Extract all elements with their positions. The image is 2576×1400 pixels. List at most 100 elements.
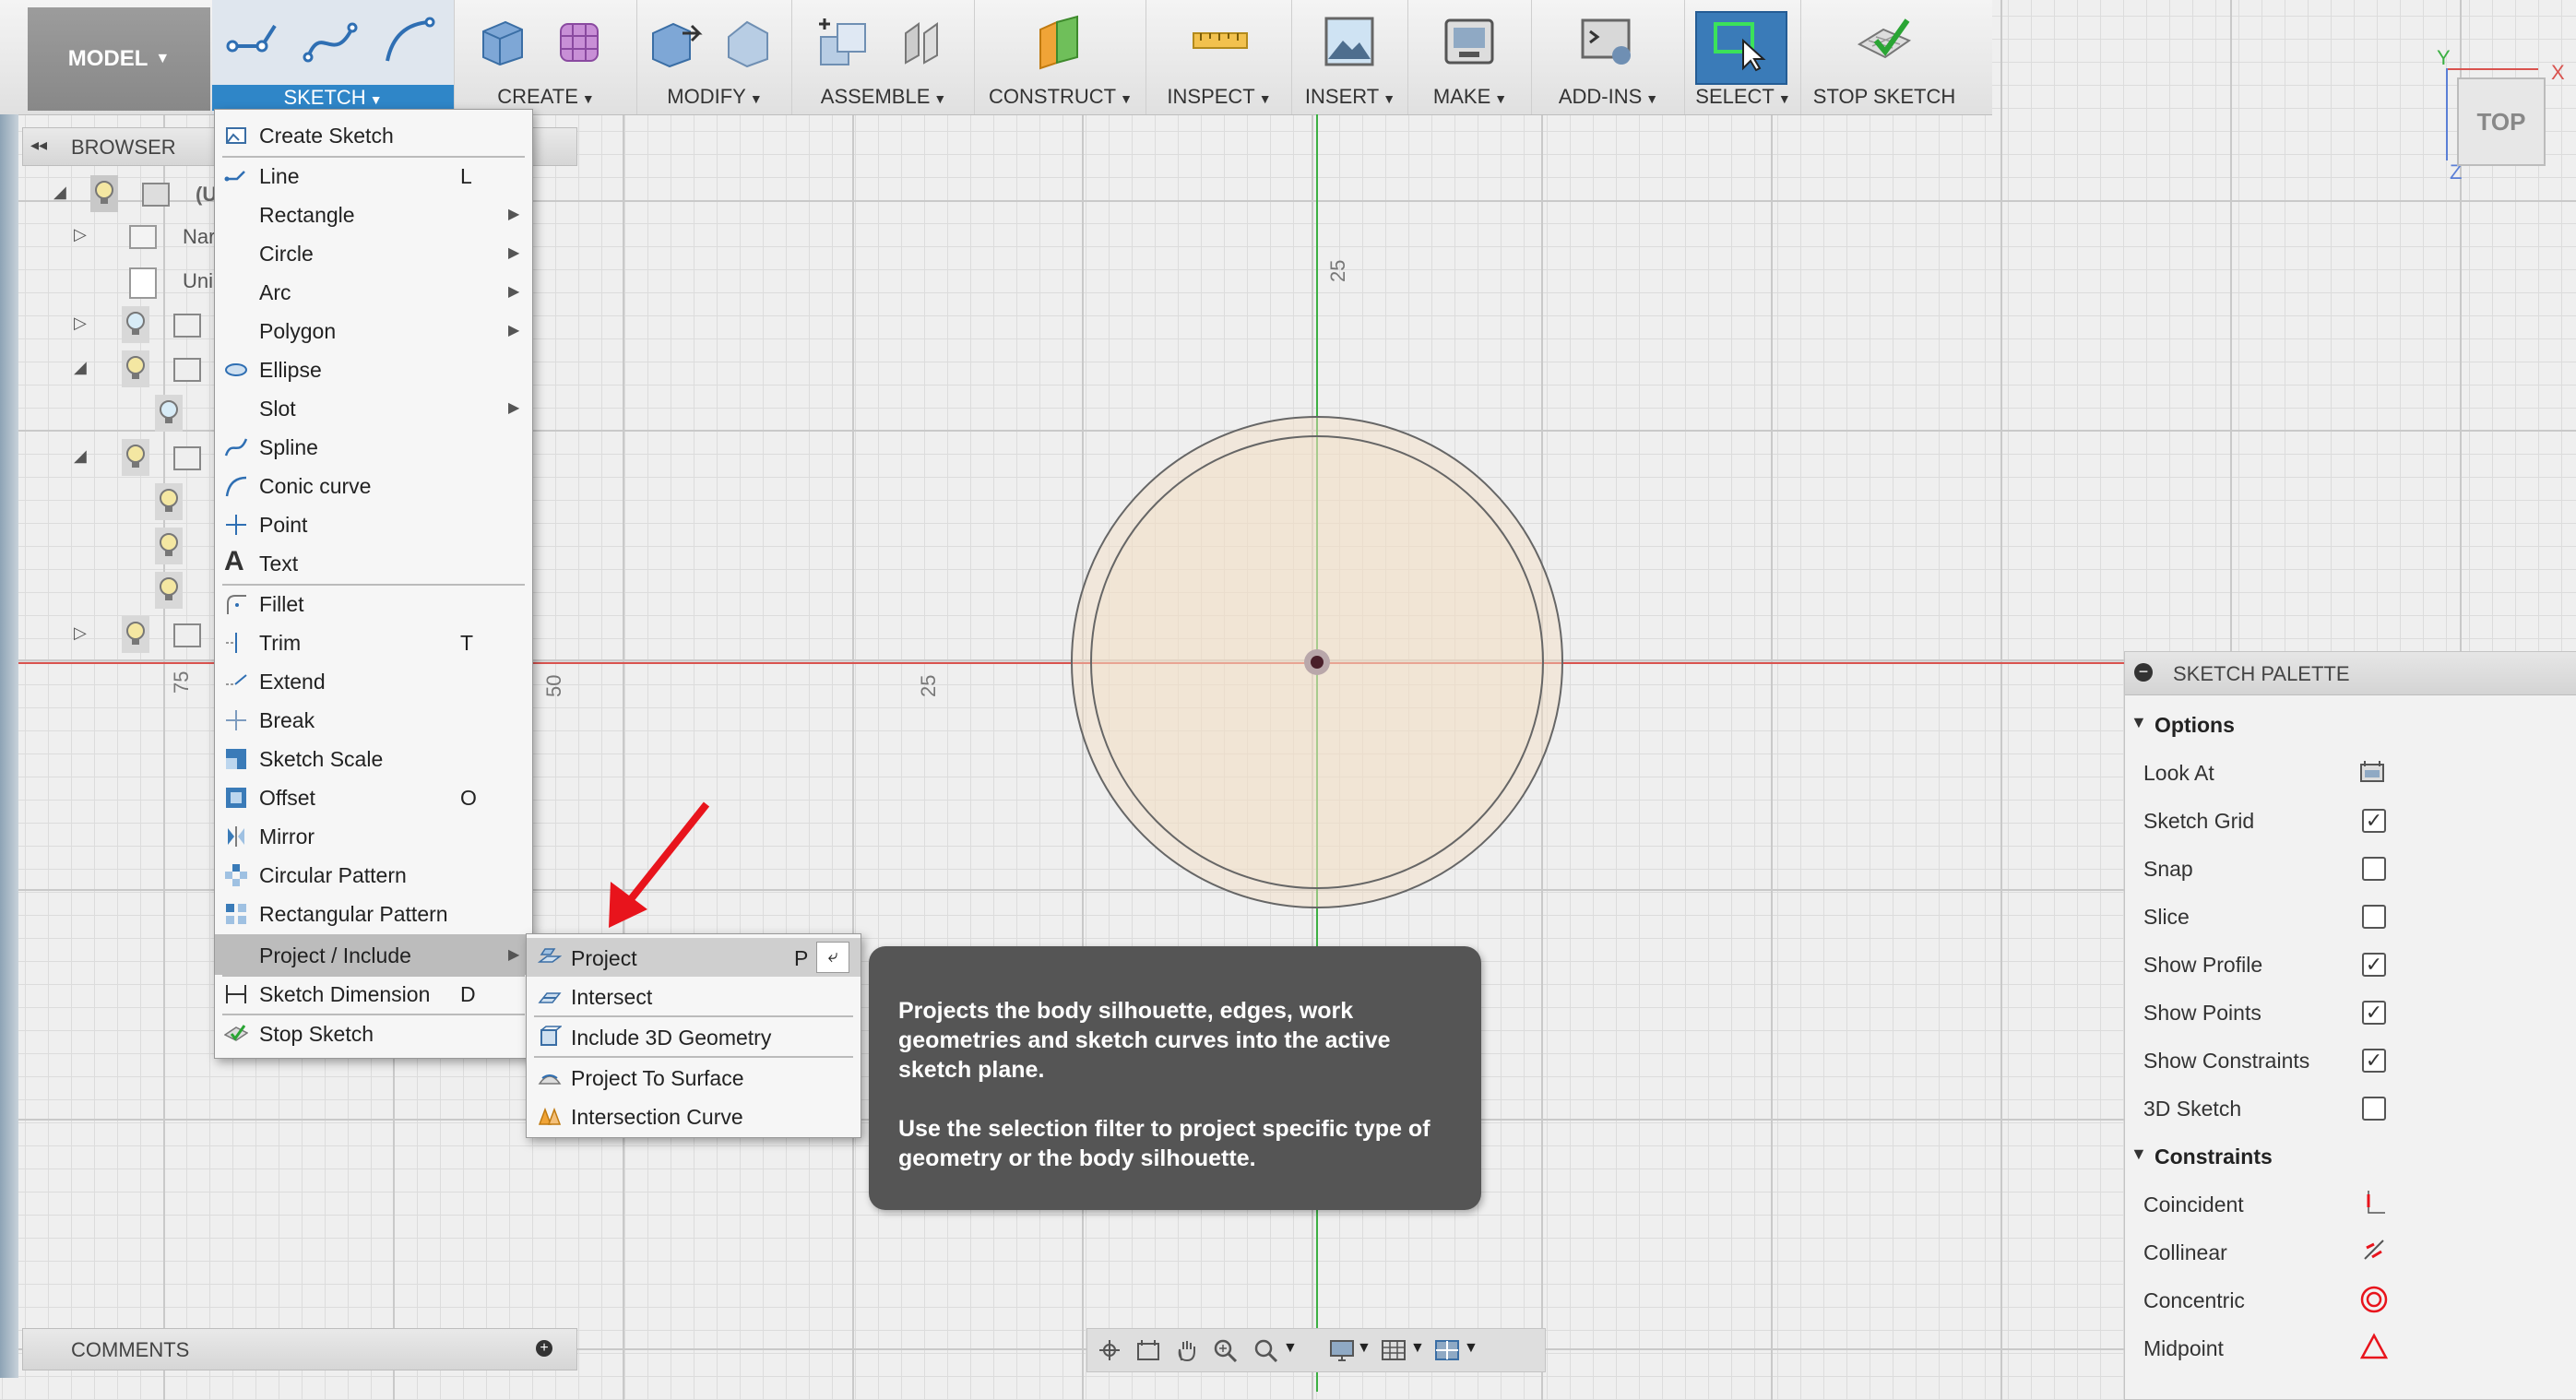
menu-item-circle[interactable]: Circle ▶ (215, 234, 532, 271)
menu-item-rectangle[interactable]: Rectangle ▶ (215, 196, 532, 232)
menu-item-trim[interactable]: Trim T (215, 623, 532, 660)
line-tool-icon[interactable] (225, 13, 282, 70)
menu-item-mirror[interactable]: Mirror (215, 817, 532, 854)
construct-group[interactable]: CONSTRUCT ▼ (976, 0, 1146, 114)
toolbar-assemble-label[interactable]: ASSEMBLE (821, 85, 931, 108)
palette-section-constraints[interactable]: ▼ Constraints (2125, 1132, 2576, 1180)
zoom-icon[interactable] (1213, 1338, 1239, 1362)
display-settings-icon[interactable] (1329, 1338, 1355, 1362)
menu-item-arc[interactable]: Arc ▶ (215, 273, 532, 310)
spline-tool-icon[interactable] (303, 13, 360, 70)
arc-tool-icon[interactable] (380, 13, 437, 70)
menu-item-line[interactable]: Line L (215, 157, 532, 194)
palette-row-show-points[interactable]: Show Points ✓ (2125, 988, 2576, 1036)
grid-settings-icon[interactable] (1381, 1338, 1407, 1362)
tree-row[interactable] (22, 483, 216, 520)
palette-row-show-profile[interactable]: Show Profile ✓ (2125, 940, 2576, 988)
palette-row-snap[interactable]: Snap (2125, 844, 2576, 892)
palette-row-sketch-grid[interactable]: Sketch Grid ✓ (2125, 796, 2576, 844)
sketch-grid-checkbox[interactable]: ✓ (2362, 809, 2386, 833)
palette-row-concentric[interactable]: Concentric (2125, 1275, 2576, 1323)
toolbar-insert-label[interactable]: INSERT (1305, 85, 1379, 108)
palette-row-coincident[interactable]: Coincident (2125, 1180, 2576, 1228)
menu-item-offset[interactable]: Offset O (215, 778, 532, 815)
tree-row[interactable]: ▷ (22, 306, 216, 343)
menu-item-rectangular-pattern[interactable]: Rectangular Pattern (215, 895, 532, 931)
section-collapse-icon[interactable]: ▼ (2131, 713, 2147, 732)
lightbulb-icon[interactable] (155, 528, 183, 564)
menu-item-text[interactable]: A Text (215, 544, 532, 581)
tree-row-named-views[interactable]: ▷ Nar (22, 218, 216, 255)
toolbar-add-ins-label[interactable]: ADD-INS (1559, 85, 1642, 108)
show-points-checkbox[interactable]: ✓ (2362, 1001, 2386, 1025)
3d-sketch-checkbox[interactable] (2362, 1097, 2386, 1121)
menu-item-point[interactable]: Point (215, 505, 532, 542)
pan-hand-icon[interactable] (1174, 1338, 1200, 1362)
menu-item-spline[interactable]: Spline (215, 428, 532, 465)
menu-item-fillet[interactable]: Fillet (215, 585, 532, 622)
tree-row[interactable] (22, 572, 216, 609)
show-profile-checkbox[interactable]: ✓ (2362, 953, 2386, 977)
lightbulb-icon[interactable] (122, 616, 149, 653)
menu-item-slot[interactable]: Slot ▶ (215, 389, 532, 426)
collapse-palette-icon[interactable]: − (2134, 663, 2153, 682)
add-ins-group[interactable]: ADD-INS ▼ (1533, 0, 1685, 114)
sketch-tools-group[interactable]: SKETCH ▼ (212, 0, 455, 114)
chevron-down-icon[interactable]: ▼ (1410, 1340, 1425, 1357)
expand-triangle-icon[interactable]: ◢ (53, 183, 66, 202)
insert-group[interactable]: INSERT ▼ (1293, 0, 1408, 114)
lightbulb-icon[interactable] (155, 395, 183, 432)
submenu-item-project[interactable]: Project P ⤶ (527, 938, 861, 977)
toolbar-construct-label[interactable]: CONSTRUCT (989, 85, 1116, 108)
inspect-group[interactable]: INSPECT ▼ (1147, 0, 1292, 114)
expand-triangle-icon[interactable]: ▷ (74, 314, 87, 333)
palette-row-show-constraints[interactable]: Show Constraints ✓ (2125, 1036, 2576, 1084)
fit-zoom-icon[interactable] (1253, 1338, 1279, 1362)
toolbar-select-label[interactable]: SELECT (1695, 85, 1775, 108)
toolbar-stop-sketch-label[interactable]: STOP SKETCH (1813, 85, 1955, 108)
create-group[interactable]: CREATE ▼ (456, 0, 637, 114)
snap-checkbox[interactable] (2362, 857, 2386, 881)
palette-row-3d-sketch[interactable]: 3D Sketch (2125, 1084, 2576, 1132)
concentric-icon[interactable] (2359, 1285, 2389, 1314)
tree-row[interactable] (22, 395, 216, 432)
menu-item-ellipse[interactable]: Ellipse (215, 350, 532, 387)
palette-header[interactable]: − SKETCH PALETTE (2125, 652, 2576, 695)
menu-item-polygon[interactable]: Polygon ▶ (215, 312, 532, 349)
toolbar-make-label[interactable]: MAKE (1433, 85, 1490, 108)
tree-row-root[interactable]: ◢ (U (22, 175, 217, 212)
palette-section-options[interactable]: ▼ Options (2125, 700, 2576, 748)
toolbar-create-label[interactable]: CREATE (497, 85, 578, 108)
menu-item-conic-curve[interactable]: Conic curve (215, 467, 532, 504)
modify-group[interactable]: MODIFY ▼ (638, 0, 792, 114)
menu-item-sketch-scale[interactable]: Sketch Scale (215, 740, 532, 777)
tree-row[interactable]: ◢ (22, 439, 216, 476)
coincident-icon[interactable] (2361, 1189, 2387, 1216)
submenu-item-project-to-surface[interactable]: Project To Surface (527, 1058, 861, 1097)
show-constraints-checkbox[interactable]: ✓ (2362, 1049, 2386, 1073)
toolbar-inspect-label[interactable]: INSPECT (1167, 85, 1254, 108)
expand-triangle-icon[interactable]: ◢ (74, 446, 87, 466)
menu-item-stop-sketch[interactable]: Stop Sketch (215, 1014, 532, 1051)
stop-sketch-group[interactable]: STOP SKETCH (1802, 0, 1966, 114)
viewports-icon[interactable] (1434, 1338, 1460, 1362)
toolbar-sketch-label[interactable]: SKETCH ▼ (212, 85, 454, 111)
look-at-icon[interactable] (2359, 759, 2385, 783)
select-group[interactable]: SELECT ▼ (1686, 0, 1801, 114)
palette-row-look-at[interactable]: Look At (2125, 748, 2576, 796)
lightbulb-icon[interactable] (90, 175, 118, 212)
slice-checkbox[interactable] (2362, 905, 2386, 929)
menu-item-create-sketch[interactable]: Create Sketch (215, 116, 532, 153)
menu-item-project-include[interactable]: Project / Include ▶ (215, 934, 532, 975)
menu-item-extend[interactable]: Extend (215, 662, 532, 699)
tree-row-units[interactable]: Uni (22, 262, 216, 299)
collinear-icon[interactable] (2361, 1237, 2387, 1264)
menu-item-break[interactable]: Break (215, 701, 532, 738)
submenu-item-include-3d-geometry[interactable]: Include 3D Geometry (527, 1017, 861, 1056)
tree-row[interactable] (22, 528, 216, 564)
lightbulb-icon[interactable] (122, 350, 149, 387)
submenu-item-intersection-curve[interactable]: Intersection Curve (527, 1097, 861, 1135)
tree-row[interactable]: ▷ (22, 616, 216, 653)
expand-triangle-icon[interactable]: ◢ (74, 358, 87, 377)
palette-row-slice[interactable]: Slice (2125, 892, 2576, 940)
